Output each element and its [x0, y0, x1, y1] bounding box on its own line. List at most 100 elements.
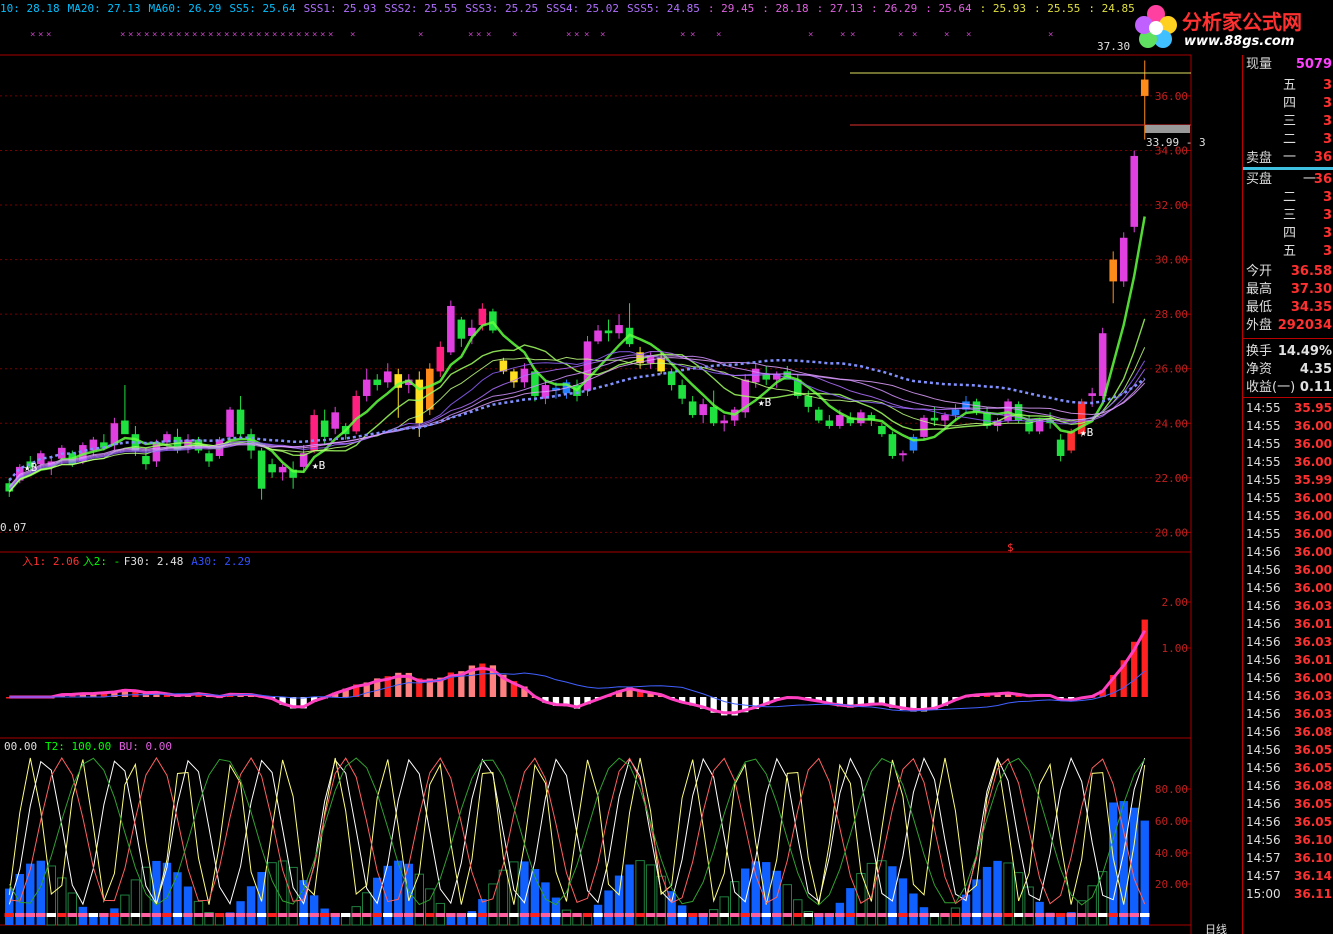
- kdj-bottom-strip: [277, 913, 288, 917]
- kdj-bottom-strip: [425, 913, 435, 917]
- candle-body: [720, 420, 728, 424]
- tick-row: 14:57 36.14: [1243, 867, 1333, 885]
- indicator-value: : 29.45: [707, 2, 755, 15]
- kdj-bottom-strip: [1034, 913, 1045, 917]
- tick-row: 14:56 36.00: [1243, 579, 1333, 597]
- quote-value: 36.00: [1294, 563, 1332, 577]
- tick-row: 14:56 36.03: [1243, 633, 1333, 651]
- candle-body: [878, 425, 886, 435]
- price-axis-label: 36.00: [1155, 90, 1188, 103]
- kdj-bottom-strip: [235, 913, 246, 917]
- quote-value: 3: [1322, 96, 1332, 111]
- kdj-bottom-strip: [835, 913, 845, 917]
- quote-label: 14:56: [1246, 653, 1281, 667]
- kdj-bottom-strip: [1013, 913, 1024, 917]
- quote-label: 14:57: [1246, 869, 1281, 883]
- kdj-bottom-strip: [204, 913, 214, 917]
- kdj-volume-bar: [698, 916, 708, 925]
- quote-value: 36.08: [1294, 779, 1332, 793]
- tick-row: 15:00 36.11: [1243, 885, 1333, 903]
- quote-label: 14:56: [1246, 779, 1281, 793]
- candle-body: [1098, 333, 1107, 396]
- quote-row: 四3: [1243, 225, 1333, 243]
- kdj-bottom-strip: [162, 913, 172, 917]
- kdj-bottom-strip: [15, 913, 25, 917]
- kdj-bottom-strip: [929, 913, 940, 917]
- top-marker: ×: [690, 30, 695, 40]
- indicator-value: : 25.93: [979, 2, 1027, 15]
- indicator-value: SSS3: 25.25: [465, 2, 539, 15]
- kdj-bottom-strip: [614, 913, 624, 917]
- top-marker: ×: [296, 30, 301, 40]
- top-marker: ×: [476, 30, 481, 40]
- candle-body: [383, 371, 392, 383]
- tick-row: 14:55 36.00: [1243, 507, 1333, 525]
- kdj-bottom-strip: [803, 913, 814, 917]
- buy-signal-marker: ★B: [24, 461, 38, 474]
- quote-label: 14:56: [1246, 581, 1281, 595]
- quote-row: 卖盘: [1243, 150, 1333, 168]
- top-marker: ×: [944, 30, 949, 40]
- top-marker: ×: [128, 30, 133, 40]
- kdj-bottom-strip: [582, 913, 593, 917]
- kdj-bottom-strip: [456, 913, 467, 917]
- tick-row: 14:56 36.05: [1243, 795, 1333, 813]
- quote-row: 五3: [1243, 77, 1333, 95]
- kdj-bottom-strip: [814, 913, 824, 917]
- quote-label: 现量: [1246, 57, 1273, 72]
- indicator-value: : 28.18: [762, 2, 809, 15]
- candle-body: [678, 385, 686, 399]
- top-marker: ×: [240, 30, 245, 40]
- quote-label: 14:56: [1246, 833, 1281, 847]
- buy-signal-marker: ★B: [1080, 426, 1094, 439]
- candles: [5, 60, 1149, 500]
- quote-label: 14:56: [1246, 797, 1281, 811]
- kdj-bottom-strip: [656, 913, 666, 917]
- kdj-volume-bar: [782, 884, 792, 926]
- quote-value: 36.00: [1294, 509, 1332, 523]
- quote-label: 14:55: [1246, 419, 1281, 433]
- top-marker: ×: [136, 30, 141, 40]
- kdj-bottom-strip: [404, 913, 414, 917]
- quote-value: 36.14: [1294, 869, 1332, 883]
- quote-value: 3: [1322, 190, 1332, 205]
- kdj-volume-bar: [708, 909, 719, 926]
- top-marker: ×: [850, 30, 855, 40]
- top-marker: ×: [46, 30, 51, 40]
- kdj-bottom-strip: [740, 913, 750, 917]
- macd-histogram: [6, 619, 1148, 716]
- top-marker: ×: [272, 30, 277, 40]
- quote-value: 36.03: [1294, 689, 1332, 703]
- quote-label: 14:55: [1246, 491, 1281, 505]
- chart-area[interactable]: 36.0034.0032.0030.0028.0026.0024.0022.00…: [0, 0, 1242, 934]
- quote-value: 3: [1322, 132, 1332, 147]
- quote-value: 37.30: [1290, 282, 1332, 297]
- kdj-bottom-strip: [782, 913, 793, 917]
- kdj-bottom-strip: [698, 913, 708, 917]
- kdj-volume-bar: [846, 888, 855, 925]
- kdj-volume-bar: [309, 895, 319, 925]
- candle-body: [615, 325, 623, 334]
- logo: 分析家公式网 www.88gs.com: [1130, 0, 1333, 54]
- quote-row: 收益(一) 0.11: [1243, 379, 1333, 397]
- price-axis-label: 30.00: [1155, 254, 1188, 267]
- quote-value: 36.05: [1294, 815, 1332, 829]
- logo-url: www.88gs.com: [1184, 34, 1295, 49]
- candle-body: [278, 466, 287, 473]
- kdj-bottom-strip: [446, 913, 456, 917]
- kdj-bottom-strip: [635, 913, 645, 917]
- kdj-bottom-strip: [708, 913, 719, 917]
- kdj-volume-bar: [730, 881, 740, 926]
- quote-label: 四: [1283, 96, 1297, 111]
- top-marker: ×: [486, 30, 491, 40]
- top-marker: ×: [418, 30, 423, 40]
- top-marker: ×: [304, 30, 309, 40]
- candle-body: [489, 311, 497, 331]
- kdj-bottom-strip: [519, 913, 530, 917]
- candle-body: [604, 330, 613, 334]
- candle-body: [709, 406, 718, 424]
- kdj-bottom-strip: [141, 913, 151, 917]
- kdj-bottom-strip: [383, 913, 393, 917]
- kdj-axis-label: 60.00: [1155, 815, 1188, 828]
- quote-label: 三: [1283, 208, 1297, 223]
